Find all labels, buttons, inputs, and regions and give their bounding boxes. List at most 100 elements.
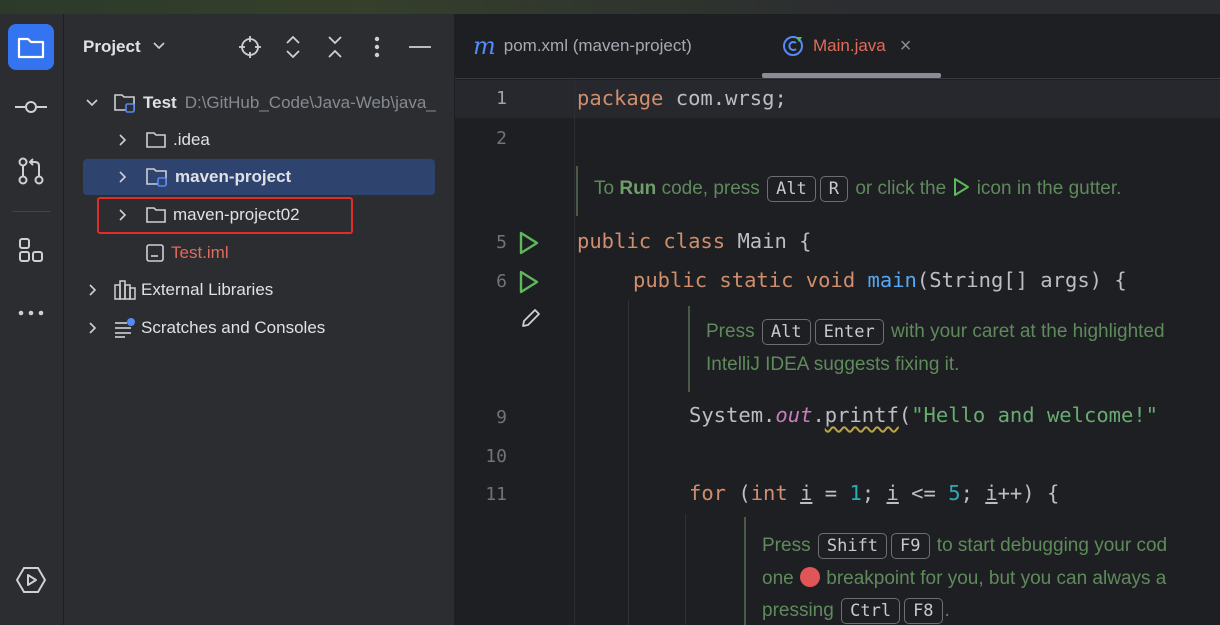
chevron-right-icon[interactable] [115,132,131,148]
code-line-5[interactable]: public class Main { [577,229,812,253]
debug-hint-line-3: pressing Ctrl F8. [762,598,950,624]
hint-bar [576,166,578,216]
pencil-icon[interactable] [519,306,543,330]
field-name: out [775,403,813,427]
code-line-11[interactable]: for (int i = 1; i <= 5; i++) { [689,481,1059,505]
keycap: F8 [904,598,943,624]
hint-bar [744,517,746,625]
code-text: ++) { [997,481,1060,505]
chevron-down-icon[interactable] [152,38,166,57]
chevron-right-icon[interactable] [85,282,101,298]
activity-separator [12,211,50,212]
services-tool-button[interactable] [8,557,54,603]
keyword: public class [577,229,726,253]
tab-main-java[interactable]: Main.java × [781,14,911,78]
code-line-6[interactable]: public static void main(String[] args) { [633,268,1127,292]
editor-area: m pom.xml (maven-project) Main.java × 1 … [455,14,1220,625]
indent-guide [685,514,686,625]
line-number: 1 [496,88,507,109]
tree-label: Test [143,93,177,112]
tree-node-maven-project[interactable]: maven-project [83,159,435,195]
line-number: 11 [485,484,507,505]
keycap: Alt [767,176,816,202]
line-number: 2 [496,128,507,149]
hint-bold: Run [619,178,657,199]
structure-tool-button[interactable] [8,227,54,273]
code-text: ; [861,481,887,505]
keycap: Shift [817,533,888,559]
chevron-right-icon[interactable] [115,169,131,185]
code-text: = [812,481,850,505]
tree-label: .idea [173,130,210,149]
tree-node-idea[interactable]: .idea [83,122,435,158]
hide-panel-icon[interactable] [407,34,433,60]
line-number: 10 [485,446,507,467]
debug-hint-line-2: one breakpoint for you, but you can alwa… [762,566,1166,590]
project-panel: Project Test D:\GitHub_Code\Java-Web\jav… [64,14,455,625]
options-menu-icon[interactable] [364,34,390,60]
indent-guide [628,300,629,625]
tree-node-test[interactable]: Test D:\GitHub_Code\Java-Web\java_ [83,85,436,121]
project-panel-header: Project [64,14,454,80]
chevron-down-icon[interactable] [85,95,99,111]
variable: i [985,481,998,505]
project-tool-button[interactable] [8,24,54,70]
editor-tabs: m pom.xml (maven-project) Main.java × [455,14,1220,79]
collapse-all-icon[interactable] [322,34,348,60]
folder-icon [145,130,167,150]
function-name: main [867,268,917,292]
run-main-icon[interactable] [517,269,541,295]
tree-label: External Libraries [141,280,274,299]
tree-label: Test.iml [171,243,229,262]
code-line-1[interactable]: package com.wrsg; [577,86,787,110]
keyword: package [577,86,664,110]
hint-text: To [594,178,620,199]
code-text: . [812,403,825,427]
keycap: F9 [891,533,930,559]
fix-hint-line-1: Press Alt Enter with your caret at the hi… [706,319,1165,345]
string-literal: "Hello and welcome!" [911,403,1159,427]
folder-icon [17,37,45,59]
hint-text: . [944,600,950,621]
line-number: 5 [496,232,507,253]
keyword: public static void [633,268,856,292]
chevron-right-icon[interactable] [85,320,101,336]
run-class-icon[interactable] [517,230,541,256]
code-text: ( [898,403,912,427]
close-icon[interactable]: × [900,35,912,58]
variable: i [886,481,899,505]
code-line-9[interactable]: System.out.printf("Hello and welcome!" [689,403,1158,427]
pull-requests-tool-button[interactable] [8,148,54,194]
hint-text: breakpoint for you, but you can always a [820,568,1167,589]
number-literal: 5 [948,481,961,505]
hint-text: Press [706,321,760,342]
tab-pom-xml[interactable]: m pom.xml (maven-project) [473,14,692,78]
pull-request-icon [18,157,44,185]
hint-text: one [762,568,799,589]
activity-bar [0,14,64,625]
tree-label: Scratches and Consoles [141,318,326,337]
commit-tool-button[interactable] [8,84,54,130]
code-text: Main { [725,229,812,253]
hint-text: icon in the gutter. [971,178,1122,199]
hint-text: pressing [762,600,840,621]
java-class-icon [781,34,805,58]
line-number: 6 [496,271,507,292]
expand-all-icon[interactable] [280,34,306,60]
hint-text: Press [762,535,816,556]
line-number: 9 [496,407,507,428]
keycap: Alt [761,319,811,345]
active-tab-indicator [762,73,941,78]
locate-icon[interactable] [237,34,263,60]
project-panel-title[interactable]: Project [83,37,141,57]
code-text: System. [689,403,776,427]
library-icon [113,279,137,301]
tree-node-scratches[interactable]: Scratches and Consoles [83,310,435,346]
tree-node-test-iml[interactable]: Test.iml [83,235,435,271]
code-text: ( [726,481,751,505]
more-tools-button[interactable] [8,290,54,336]
tree-node-external-libraries[interactable]: External Libraries [83,272,435,308]
highlight-box [97,197,353,234]
project-path: D:\GitHub_Code\Java-Web\java_ [184,93,436,112]
debug-hint-line-1: Press Shift F9 to start debugging your co… [762,533,1167,559]
